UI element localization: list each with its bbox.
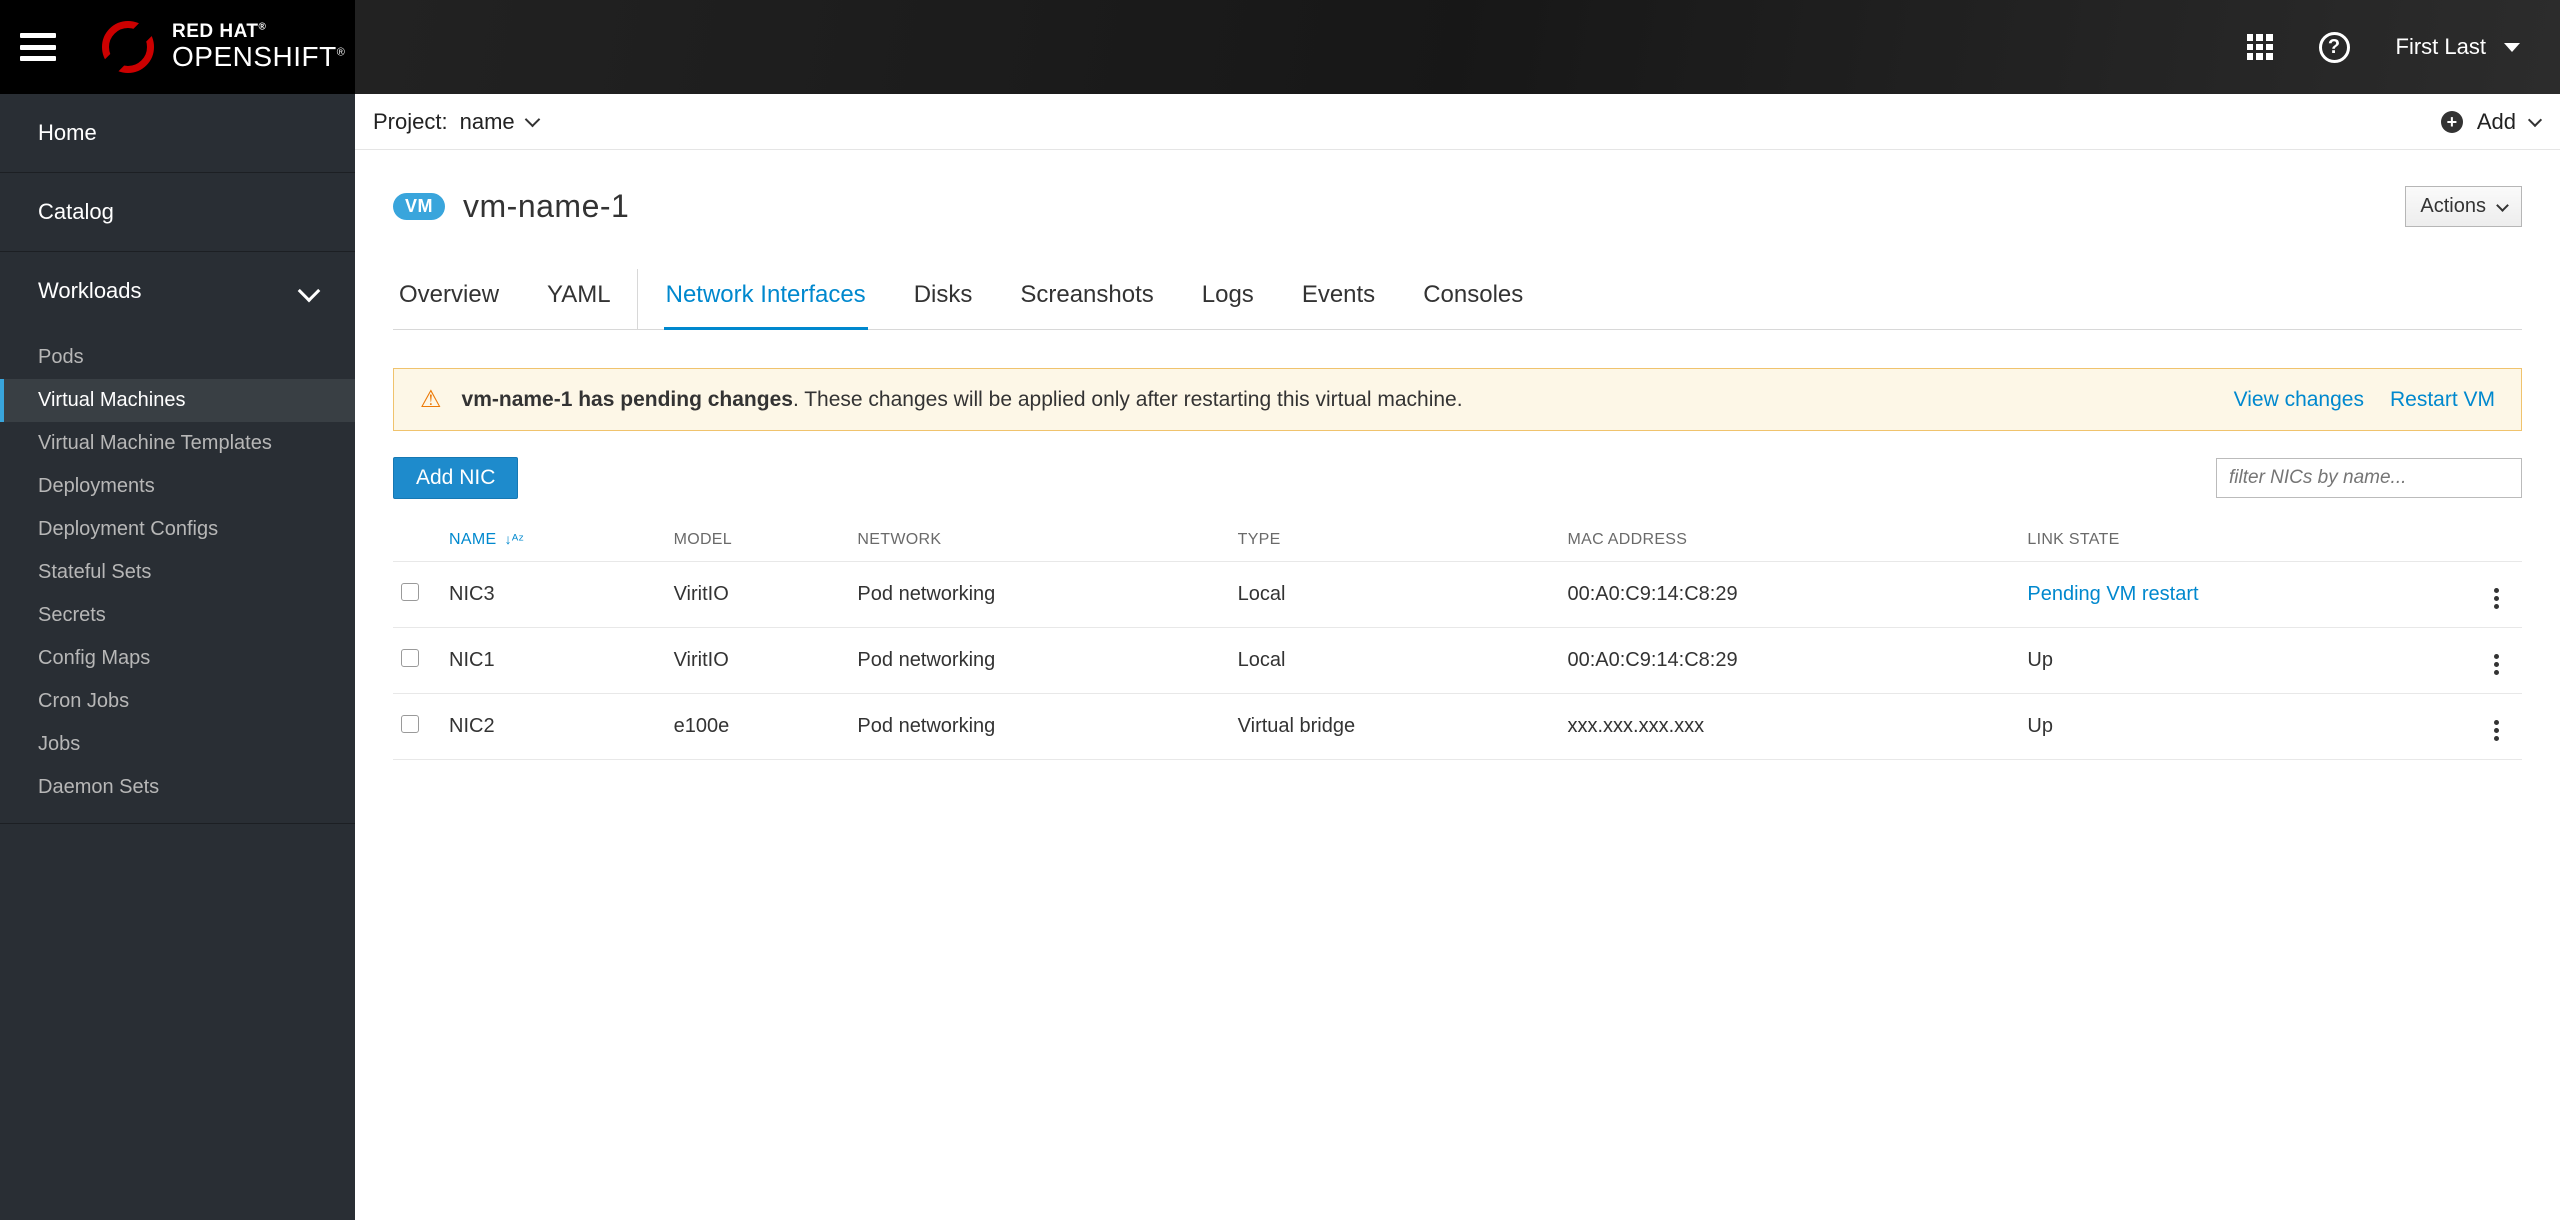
kebab-menu-icon[interactable] [2490, 716, 2503, 745]
resource-badge: VM [393, 193, 445, 220]
cell-network: Pod networking [849, 628, 1229, 694]
sidebar-workloads[interactable]: Workloads [0, 252, 355, 330]
sidebar-item-virtual-machines[interactable]: Virtual Machines [0, 379, 355, 422]
sidebar-item-deployment-configs[interactable]: Deployment Configs [0, 508, 355, 551]
cell-model: ViritIO [666, 628, 850, 694]
chevron-down-icon [2496, 199, 2509, 212]
tab-disks[interactable]: Disks [912, 269, 975, 329]
alert-text: vm-name-1 has pending changes. These cha… [462, 388, 1463, 412]
kebab-menu-icon[interactable] [2490, 650, 2503, 679]
cell-link-state: Up [2019, 628, 2482, 694]
main-content: Project: name + Add VM vm-name-1 Actions… [355, 94, 2560, 1220]
plus-circle-icon: + [2441, 111, 2463, 133]
cell-model: ViritIO [666, 562, 850, 628]
filter-nics-input[interactable] [2216, 458, 2522, 498]
page-title: vm-name-1 [463, 188, 629, 225]
help-icon[interactable]: ? [2319, 32, 2350, 63]
project-selector[interactable]: name [460, 109, 538, 135]
sidebar-item-config-maps[interactable]: Config Maps [0, 637, 355, 680]
nic-table: NAME ↓ᴬᶻMODELNETWORKTYPEMAC ADDRESSLINK … [393, 521, 2522, 760]
row-checkbox[interactable] [401, 649, 419, 667]
chevron-down-icon [524, 112, 540, 128]
table-row: NIC3ViritIOPod networkingLocal00:A0:C9:1… [393, 562, 2522, 628]
add-button[interactable]: + Add [2441, 109, 2540, 135]
sidebar-item-pods[interactable]: Pods [0, 336, 355, 379]
brand-logo[interactable]: RED HAT® OPENSHIFT® [102, 21, 345, 73]
cell-network: Pod networking [849, 562, 1229, 628]
sidebar-item-stateful-sets[interactable]: Stateful Sets [0, 551, 355, 594]
sidebar: Home Catalog Workloads PodsVirtual Machi… [0, 94, 355, 1220]
column-link-state[interactable]: LINK STATE [2019, 521, 2482, 562]
sidebar-item-jobs[interactable]: Jobs [0, 723, 355, 766]
kebab-menu-icon[interactable] [2490, 584, 2503, 613]
tab-bar: Overview YAML Network Interfaces Disks Screa… [393, 269, 2522, 330]
user-menu[interactable]: First Last [2396, 34, 2520, 60]
brand-line1: RED HAT® [172, 22, 345, 42]
tab-yaml[interactable]: YAML [545, 269, 638, 329]
sidebar-item-deployments[interactable]: Deployments [0, 465, 355, 508]
user-name: First Last [2396, 34, 2486, 60]
tab-overview[interactable]: Overview [397, 269, 501, 329]
column-type[interactable]: TYPE [1230, 521, 1560, 562]
chevron-down-icon [298, 280, 321, 303]
tab-events[interactable]: Events [1300, 269, 1377, 329]
cell-link-state[interactable]: Pending VM restart [2019, 562, 2482, 628]
row-checkbox[interactable] [401, 583, 419, 601]
tab-consoles[interactable]: Consoles [1421, 269, 1525, 329]
sidebar-item-cron-jobs[interactable]: Cron Jobs [0, 680, 355, 723]
cell-type: Local [1230, 628, 1560, 694]
tab-screanshots[interactable]: Screanshots [1018, 269, 1155, 329]
hamburger-menu-icon[interactable] [20, 33, 56, 61]
caret-down-icon [2504, 43, 2520, 52]
pending-changes-alert: ⚠ vm-name-1 has pending changes. These c… [393, 368, 2522, 431]
table-row: NIC2e100ePod networkingVirtual bridgexxx… [393, 694, 2522, 760]
column-model[interactable]: MODEL [666, 521, 850, 562]
cell-mac: xxx.xxx.xxx.xxx [1559, 694, 2019, 760]
view-changes-link[interactable]: View changes [2234, 388, 2364, 412]
column-mac-address[interactable]: MAC ADDRESS [1559, 521, 2019, 562]
masthead-pattern [355, 0, 2560, 94]
sidebar-home[interactable]: Home [0, 94, 355, 172]
project-label: Project: [373, 109, 448, 135]
tab-logs[interactable]: Logs [1200, 269, 1256, 329]
cell-name: NIC3 [441, 562, 666, 628]
column-name[interactable]: NAME ↓ᴬᶻ [441, 521, 666, 562]
actions-dropdown[interactable]: Actions [2405, 186, 2522, 227]
sidebar-item-secrets[interactable]: Secrets [0, 594, 355, 637]
sidebar-item-virtual-machine-templates[interactable]: Virtual Machine Templates [0, 422, 355, 465]
cell-network: Pod networking [849, 694, 1229, 760]
cell-model: e100e [666, 694, 850, 760]
project-bar: Project: name + Add [355, 94, 2560, 150]
cell-type: Local [1230, 562, 1560, 628]
masthead: RED HAT® OPENSHIFT® ? First Last [0, 0, 2560, 94]
cell-link-state: Up [2019, 694, 2482, 760]
tab-network-interfaces[interactable]: Network Interfaces [664, 269, 868, 330]
apps-grid-icon[interactable] [2247, 34, 2273, 60]
table-row: NIC1ViritIOPod networkingLocal00:A0:C9:1… [393, 628, 2522, 694]
cell-mac: 00:A0:C9:14:C8:29 [1559, 628, 2019, 694]
warning-icon: ⚠ [420, 385, 442, 414]
brand-line2: OPENSHIFT® [172, 42, 345, 71]
sidebar-catalog[interactable]: Catalog [0, 173, 355, 251]
restart-vm-link[interactable]: Restart VM [2390, 388, 2495, 412]
add-nic-button[interactable]: Add NIC [393, 457, 518, 499]
column-network[interactable]: NETWORK [849, 521, 1229, 562]
chevron-down-icon [2528, 113, 2542, 127]
sidebar-item-daemon-sets[interactable]: Daemon Sets [0, 766, 355, 809]
page-header: VM vm-name-1 Actions [393, 186, 2522, 227]
row-checkbox[interactable] [401, 715, 419, 733]
cell-name: NIC1 [441, 628, 666, 694]
cell-name: NIC2 [441, 694, 666, 760]
cell-type: Virtual bridge [1230, 694, 1560, 760]
cell-mac: 00:A0:C9:14:C8:29 [1559, 562, 2019, 628]
redhat-logo-icon [102, 21, 154, 73]
